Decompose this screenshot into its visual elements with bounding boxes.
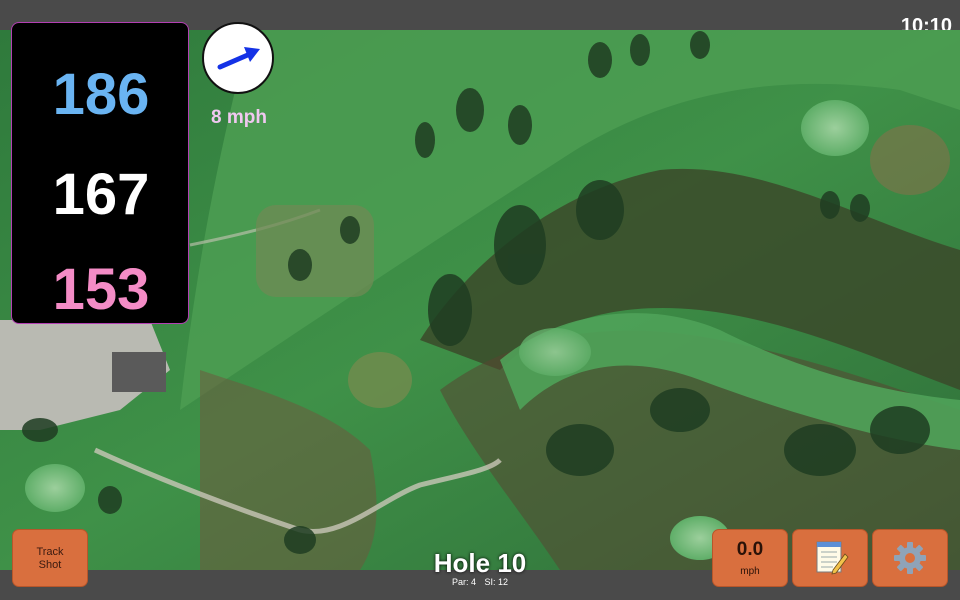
wind-speed-value: 0.0 (736, 539, 764, 560)
settings-button[interactable] (872, 529, 948, 587)
front-distance: 153 (52, 257, 150, 322)
track-shot-button[interactable]: Track Shot (12, 529, 88, 587)
gear-icon (894, 542, 926, 574)
hole-info: Par: 4 SI: 12 (380, 577, 580, 587)
distance-panel: 186 167 153 (11, 22, 189, 324)
notes-button[interactable] (792, 529, 868, 587)
track-shot-label-line2: Shot (38, 559, 62, 571)
hole-par: Par: 4 (451, 577, 476, 587)
middle-distance: 167 (52, 162, 150, 227)
arrow-icon (217, 47, 260, 70)
wind-speed-unit: mph (740, 566, 760, 577)
wind-direction-indicator (202, 22, 274, 94)
hole-stroke-index: SI: 12 (484, 577, 509, 587)
wind-speed-button[interactable]: 0.0 mph (712, 529, 788, 587)
back-distance: 186 (52, 62, 150, 127)
notepad-icon (816, 541, 849, 575)
wind-speed-label: 8 mph (211, 107, 267, 128)
hole-title: Hole 10 (433, 548, 527, 578)
track-shot-label-line1: Track (36, 546, 64, 558)
